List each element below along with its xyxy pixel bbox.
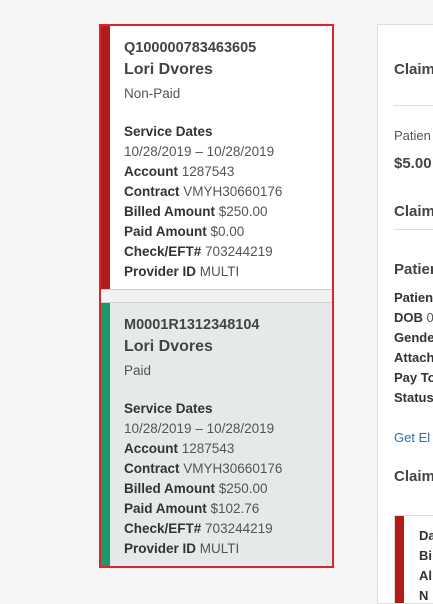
service-dates-value: 10/28/2019 – 10/28/2019 [124, 144, 275, 159]
account-label: Account [124, 164, 178, 179]
patient-responsibility-amount: $5.00 [394, 155, 432, 172]
claim-status: Paid [124, 363, 152, 378]
patient-name: Lori Dvores [124, 338, 213, 355]
patient-section-heading: Patien [394, 261, 433, 278]
claim-id: M0001R1312348104 [124, 317, 260, 333]
billed-amount-value: $250.00 [218, 204, 268, 219]
paid-amount-value: $102.76 [210, 501, 260, 516]
claim-line-field: Bi [419, 548, 432, 563]
provider-id-label: Provider ID [124, 541, 197, 556]
patient-label: Patien [394, 290, 433, 305]
check-eft-label: Check/EFT# [124, 521, 202, 536]
claim-card-non-paid[interactable]: Q100000783463605 Lori Dvores Non-Paid Se… [101, 26, 332, 290]
billed-amount-value: $250.00 [218, 481, 268, 496]
paid-amount-value: $0.00 [210, 224, 245, 239]
claim-line-field: N [419, 588, 429, 603]
check-eft-value: 703244219 [205, 521, 273, 536]
status-stripe-non-paid [395, 516, 404, 603]
get-eligibility-link[interactable]: Get El [394, 430, 430, 445]
patient-info-labels: Patien DOB 0 Gende Attach Pay To Status [394, 288, 433, 408]
contract-value: VMYH30660176 [183, 184, 283, 199]
account-value: 1287543 [181, 164, 235, 179]
claim-card-paid[interactable]: M0001R1312348104 Lori Dvores Paid Servic… [101, 302, 332, 566]
check-eft-label: Check/EFT# [124, 244, 202, 259]
patient-name: Lori Dvores [124, 61, 213, 78]
claim-detail-panel: Claim Patien $5.00 Claim Patien Patien D… [377, 24, 433, 604]
paid-amount-label: Paid Amount [124, 501, 207, 516]
status-stripe-paid [101, 303, 110, 566]
claim-details: Service Dates 10/28/2019 – 10/28/2019 Ac… [124, 122, 332, 282]
status-stripe-non-paid [101, 26, 110, 289]
dob-label: DOB [394, 310, 423, 325]
claim-id: Q100000783463605 [124, 40, 257, 56]
service-dates-label: Service Dates [124, 124, 213, 139]
account-label: Account [124, 441, 178, 456]
paid-amount-label: Paid Amount [124, 224, 207, 239]
dob-value: 0 [427, 310, 433, 325]
card-separator [101, 290, 332, 302]
claim-lines-heading: Claim [394, 468, 433, 485]
billed-amount-label: Billed Amount [124, 204, 215, 219]
claims-list: Q100000783463605 Lori Dvores Non-Paid Se… [99, 24, 334, 568]
contract-label: Contract [124, 461, 180, 476]
pay-to-label: Pay To [394, 370, 433, 385]
provider-id-value: MULTI [199, 541, 240, 556]
account-value: 1287543 [181, 441, 235, 456]
contract-value: VMYH30660176 [183, 461, 283, 476]
claim-line-card[interactable]: Da Bi Al N [394, 515, 433, 603]
patient-responsibility-label: Patien [394, 128, 431, 143]
divider [394, 229, 433, 230]
divider [394, 105, 433, 106]
claim-details: Service Dates 10/28/2019 – 10/28/2019 Ac… [124, 399, 332, 559]
check-eft-value: 703244219 [205, 244, 273, 259]
service-dates-value: 10/28/2019 – 10/28/2019 [124, 421, 275, 436]
claim-status: Non-Paid [124, 86, 181, 101]
claim-heading: Claim [394, 61, 433, 78]
provider-id-value: MULTI [199, 264, 240, 279]
billed-amount-label: Billed Amount [124, 481, 215, 496]
claim-section-heading[interactable]: Claim [394, 203, 433, 220]
contract-label: Contract [124, 184, 180, 199]
service-dates-label: Service Dates [124, 401, 213, 416]
gender-label: Gende [394, 330, 433, 345]
claim-line-field: Al [419, 568, 432, 583]
provider-id-label: Provider ID [124, 264, 197, 279]
dob-row: DOB 0 [394, 308, 433, 328]
status-label: Status [394, 390, 433, 405]
claim-line-field: Da [419, 528, 433, 543]
attachment-label: Attach [394, 350, 433, 365]
